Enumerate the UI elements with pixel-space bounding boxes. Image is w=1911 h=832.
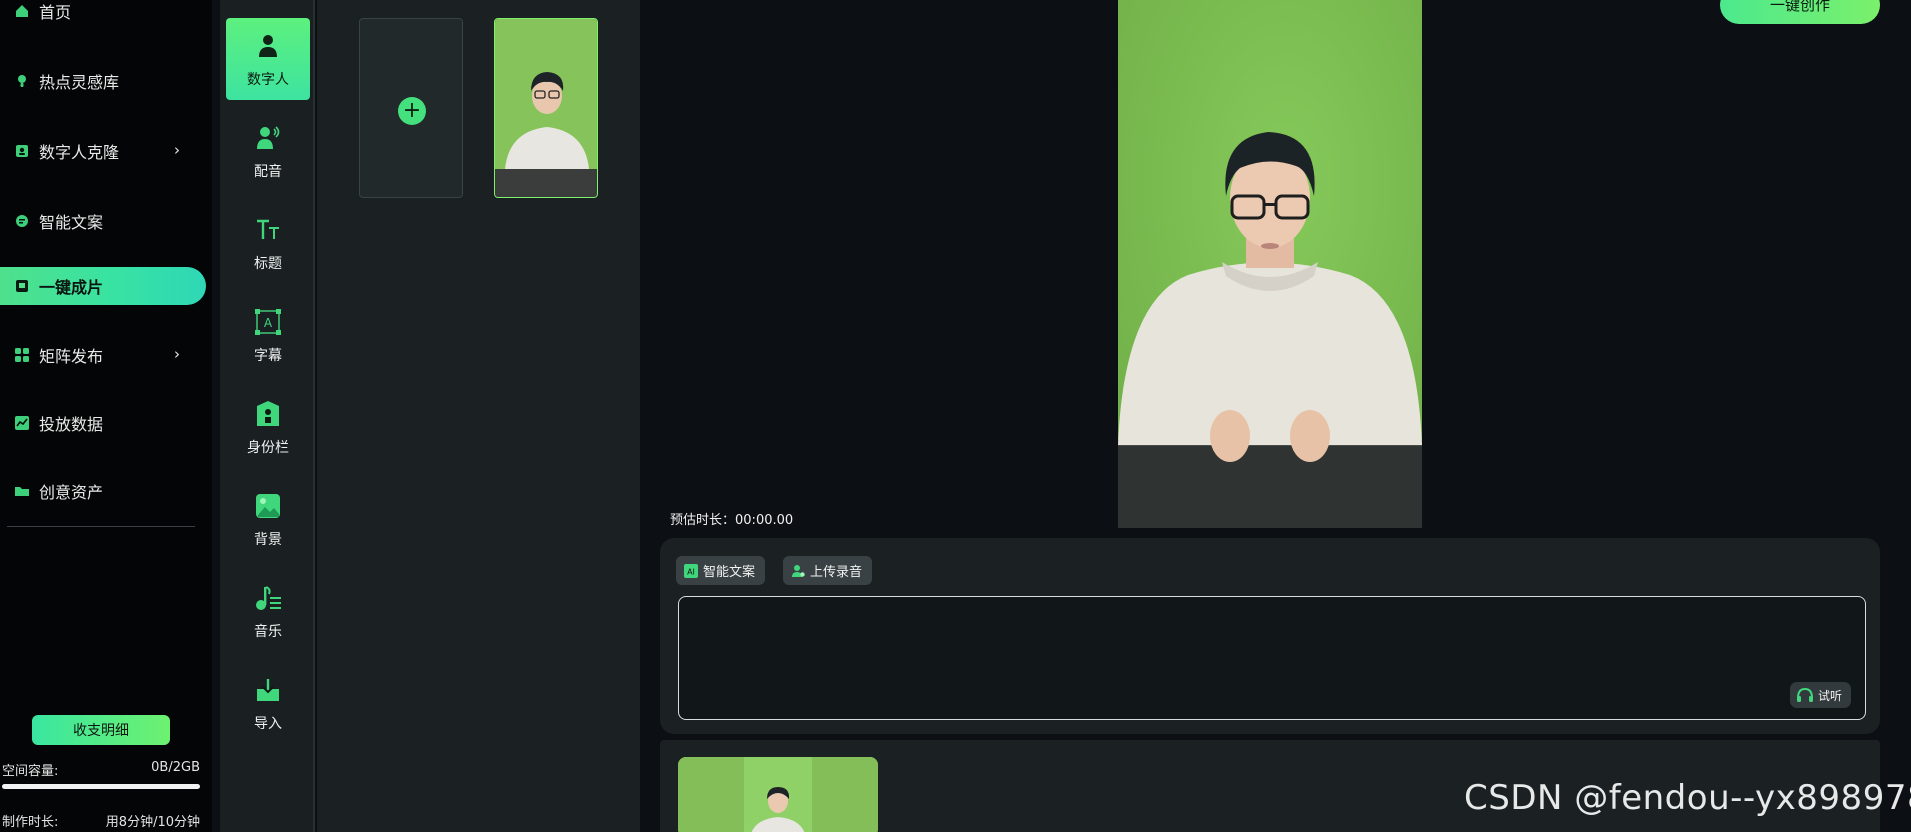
tool-rail: 数字人 配音 标题 A 字幕 身份栏 背景 音乐 导入 bbox=[220, 0, 315, 832]
tool-digital-human[interactable]: 数字人 bbox=[226, 18, 310, 100]
sidebar: 首页 热点灵感库 数字人克隆 › 智能文案 一键成片 矩阵发布 › 投放数据 创… bbox=[0, 0, 212, 832]
svg-text:A: A bbox=[264, 316, 273, 330]
subtitle-icon: A bbox=[254, 308, 282, 336]
chevron-right-icon: › bbox=[174, 141, 180, 159]
headphones-icon bbox=[1797, 687, 1813, 702]
id-badge-icon bbox=[254, 400, 282, 428]
tool-label: 身份栏 bbox=[247, 440, 289, 456]
digital-human-preview-image bbox=[1118, 0, 1422, 528]
storage-row: 空间容量: 0B/2GB bbox=[2, 760, 200, 779]
sidebar-item-label: 首页 bbox=[39, 3, 72, 22]
preview-listen-button[interactable]: 试听 bbox=[1790, 682, 1852, 708]
timeline-clip[interactable] bbox=[678, 757, 878, 832]
tool-music[interactable]: 音乐 bbox=[226, 570, 310, 652]
tool-label: 标题 bbox=[254, 256, 282, 272]
add-avatar-card[interactable]: + bbox=[359, 18, 463, 198]
tool-title[interactable]: 标题 bbox=[226, 202, 310, 284]
listen-label: 试听 bbox=[1818, 688, 1843, 703]
tool-background[interactable]: 背景 bbox=[226, 478, 310, 560]
title-icon bbox=[254, 216, 282, 244]
tab-label: 上传录音 bbox=[810, 565, 863, 580]
tool-label: 导入 bbox=[254, 716, 282, 732]
tool-import[interactable]: 导入 bbox=[226, 662, 310, 744]
estimated-duration: 预估时长：00:00.00 bbox=[670, 509, 793, 528]
chart-icon bbox=[15, 416, 29, 430]
folder-icon bbox=[15, 487, 29, 496]
sidebar-item-one-click-video[interactable]: 一键成片 bbox=[0, 267, 206, 305]
sidebar-item-label: 矩阵发布 bbox=[39, 347, 104, 366]
storage-label: 空间容量: bbox=[2, 764, 59, 779]
tool-label: 字幕 bbox=[254, 348, 282, 364]
background-icon bbox=[254, 492, 282, 520]
film-icon bbox=[16, 280, 28, 292]
sidebar-item-clone[interactable]: 数字人克隆 › bbox=[0, 132, 206, 170]
add-icon: + bbox=[398, 97, 426, 125]
sidebar-item-label: 数字人克隆 bbox=[39, 143, 120, 162]
storage-progress-bar bbox=[2, 784, 200, 789]
sidebar-item-label: 智能文案 bbox=[39, 213, 104, 232]
import-icon bbox=[254, 676, 282, 704]
avatar-thumbnail-image bbox=[495, 19, 597, 197]
sidebar-item-creative-assets[interactable]: 创意资产 bbox=[0, 472, 206, 510]
tool-subtitle[interactable]: A 字幕 bbox=[226, 294, 310, 376]
clone-icon bbox=[16, 145, 28, 157]
upload-voice-icon bbox=[792, 564, 805, 577]
sidebar-item-matrix-publish[interactable]: 矩阵发布 › bbox=[0, 336, 206, 374]
sidebar-item-label: 投放数据 bbox=[39, 415, 104, 434]
sidebar-item-label: 一键成片 bbox=[39, 278, 104, 297]
chevron-right-icon: › bbox=[174, 345, 180, 363]
tool-voiceover[interactable]: 配音 bbox=[226, 110, 310, 192]
sidebar-item-hotspot[interactable]: 热点灵感库 bbox=[0, 62, 206, 100]
duration-value: 用8分钟/10分钟 bbox=[105, 815, 200, 830]
copywriting-icon bbox=[16, 215, 28, 227]
avatar-thumbnail-card[interactable] bbox=[494, 18, 598, 198]
avatar-icon bbox=[254, 32, 282, 60]
tool-label: 背景 bbox=[254, 532, 282, 548]
sidebar-item-ad-data[interactable]: 投放数据 bbox=[0, 404, 206, 442]
watermark-text: CSDN @fendou--yx898978 bbox=[1464, 778, 1911, 818]
grid-icon bbox=[15, 348, 29, 362]
sidebar-item-label: 热点灵感库 bbox=[39, 73, 120, 92]
one-click-create-button[interactable]: 一键创作 bbox=[1720, 0, 1880, 24]
duration-value: 00:00.00 bbox=[735, 513, 794, 528]
sidebar-divider bbox=[7, 526, 195, 527]
ai-icon: AI bbox=[684, 563, 698, 578]
sidebar-item-copywriting[interactable]: 智能文案 bbox=[0, 202, 206, 240]
ledger-button[interactable]: 收支明细 bbox=[32, 715, 170, 745]
tool-label: 数字人 bbox=[247, 72, 289, 88]
script-editor: AI 智能文案 上传录音 试听 bbox=[660, 538, 1880, 734]
duration-label: 制作时长: bbox=[2, 815, 59, 830]
tool-id-bar[interactable]: 身份栏 bbox=[226, 386, 310, 468]
video-preview[interactable] bbox=[1118, 0, 1422, 528]
voiceover-icon bbox=[254, 124, 282, 152]
bulb-icon bbox=[18, 75, 26, 87]
clip-thumbnail-image bbox=[678, 757, 878, 832]
tool-label: 音乐 bbox=[254, 624, 282, 640]
duration-row: 制作时长: 用8分钟/10分钟 bbox=[2, 811, 200, 830]
sidebar-item-home[interactable]: 首页 bbox=[0, 0, 206, 30]
tab-upload-recording[interactable]: 上传录音 bbox=[783, 556, 873, 585]
storage-value: 0B/2GB bbox=[151, 760, 200, 775]
tab-smart-copywriting[interactable]: AI 智能文案 bbox=[676, 556, 766, 585]
sidebar-item-label: 创意资产 bbox=[39, 483, 104, 502]
script-textarea[interactable] bbox=[678, 596, 1866, 720]
app-window: 首页 热点灵感库 数字人克隆 › 智能文案 一键成片 矩阵发布 › 投放数据 创… bbox=[0, 0, 1911, 832]
tab-label: 智能文案 bbox=[703, 565, 756, 580]
tool-label: 配音 bbox=[254, 164, 282, 180]
duration-label: 预估时长： bbox=[670, 513, 736, 528]
home-icon bbox=[16, 5, 28, 17]
svg-text:AI: AI bbox=[687, 567, 695, 576]
music-icon bbox=[254, 584, 282, 612]
